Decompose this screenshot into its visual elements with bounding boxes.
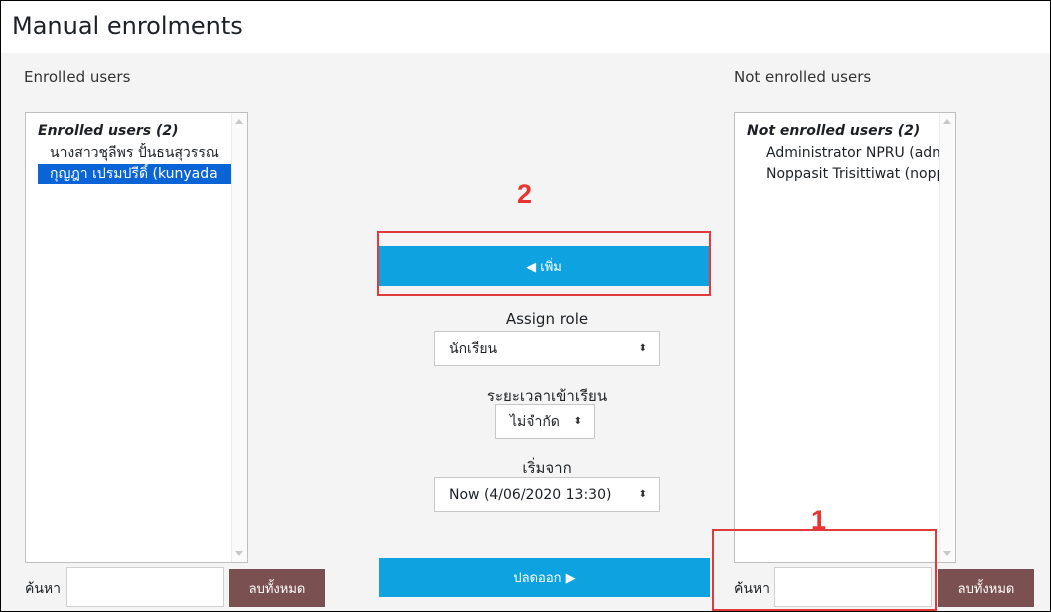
assign-role-label: Assign role — [505, 310, 589, 328]
not-enrolled-users-heading: Not enrolled users — [734, 68, 872, 86]
enrolment-panel: Manual enrolments Enrolled users Enrolle… — [0, 0, 1051, 612]
enrolment-content: Enrolled users Enrolled users (2) นางสาว… — [1, 53, 1050, 611]
enrolled-search-label: ค้นหา — [25, 581, 62, 597]
step-1-callout: 1 — [811, 505, 827, 535]
select-caret-icon: ⬍ — [638, 488, 647, 500]
enrolled-list-scrollbar[interactable] — [231, 113, 247, 562]
not-enrolled-user-option[interactable]: Administrator NPRU (admin — [766, 143, 940, 163]
scroll-down-icon — [943, 551, 951, 556]
not-enrolled-users-list[interactable]: Not enrolled users (2) Administrator NPR… — [734, 112, 956, 563]
enrolled-users-list[interactable]: Enrolled users (2) นางสาวชุลีพร ปั้นธนสุ… — [25, 112, 248, 563]
not-enrolled-clear-button[interactable]: ลบทั้งหมด — [938, 569, 1034, 607]
step-2-callout: 2 — [517, 179, 533, 209]
not-enrolled-search-label: ค้นหา — [734, 581, 771, 597]
not-enrolled-search-input[interactable] — [774, 567, 932, 607]
start-date-value: Now (4/06/2020 13:30) — [449, 486, 612, 503]
duration-value: ไม่จำกัด — [510, 413, 560, 430]
not-enrolled-users-group-label: Not enrolled users (2) — [747, 123, 921, 139]
start-date-select[interactable]: Now (4/06/2020 13:30) ⬍ — [434, 477, 660, 512]
scroll-down-icon — [235, 551, 243, 556]
scroll-up-icon — [235, 119, 243, 124]
add-button[interactable]: ◀ เพิ่ม — [379, 246, 709, 286]
not-enrolled-user-option[interactable]: Noppasit Trisittiwat (noppasit — [766, 164, 940, 184]
enrolled-clear-button[interactable]: ลบทั้งหมด — [229, 569, 325, 607]
enrolled-search-input[interactable] — [66, 567, 224, 607]
assign-role-select[interactable]: นักเรียน ⬍ — [434, 331, 660, 366]
scroll-up-icon — [943, 119, 951, 124]
assign-role-value: นักเรียน — [449, 340, 498, 357]
remove-button[interactable]: ปลดออก ▶ — [379, 558, 710, 597]
title-bar: Manual enrolments — [1, 1, 1050, 53]
select-caret-icon: ⬍ — [573, 415, 582, 427]
not-enrolled-list-scrollbar[interactable] — [939, 113, 955, 562]
duration-select[interactable]: ไม่จำกัด ⬍ — [495, 404, 595, 439]
select-caret-icon: ⬍ — [638, 342, 647, 354]
page-title: Manual enrolments — [12, 12, 243, 40]
enrolled-user-option[interactable]: นางสาวชุลีพร ปั้นธนสุวรรณ — [50, 143, 231, 163]
enrolled-user-option-selected[interactable]: กุญฎา เปรมปรีดิ์ (kunyada — [38, 164, 231, 184]
enrolled-users-group-label: Enrolled users (2) — [38, 123, 179, 139]
enrolled-users-heading: Enrolled users — [24, 68, 131, 86]
